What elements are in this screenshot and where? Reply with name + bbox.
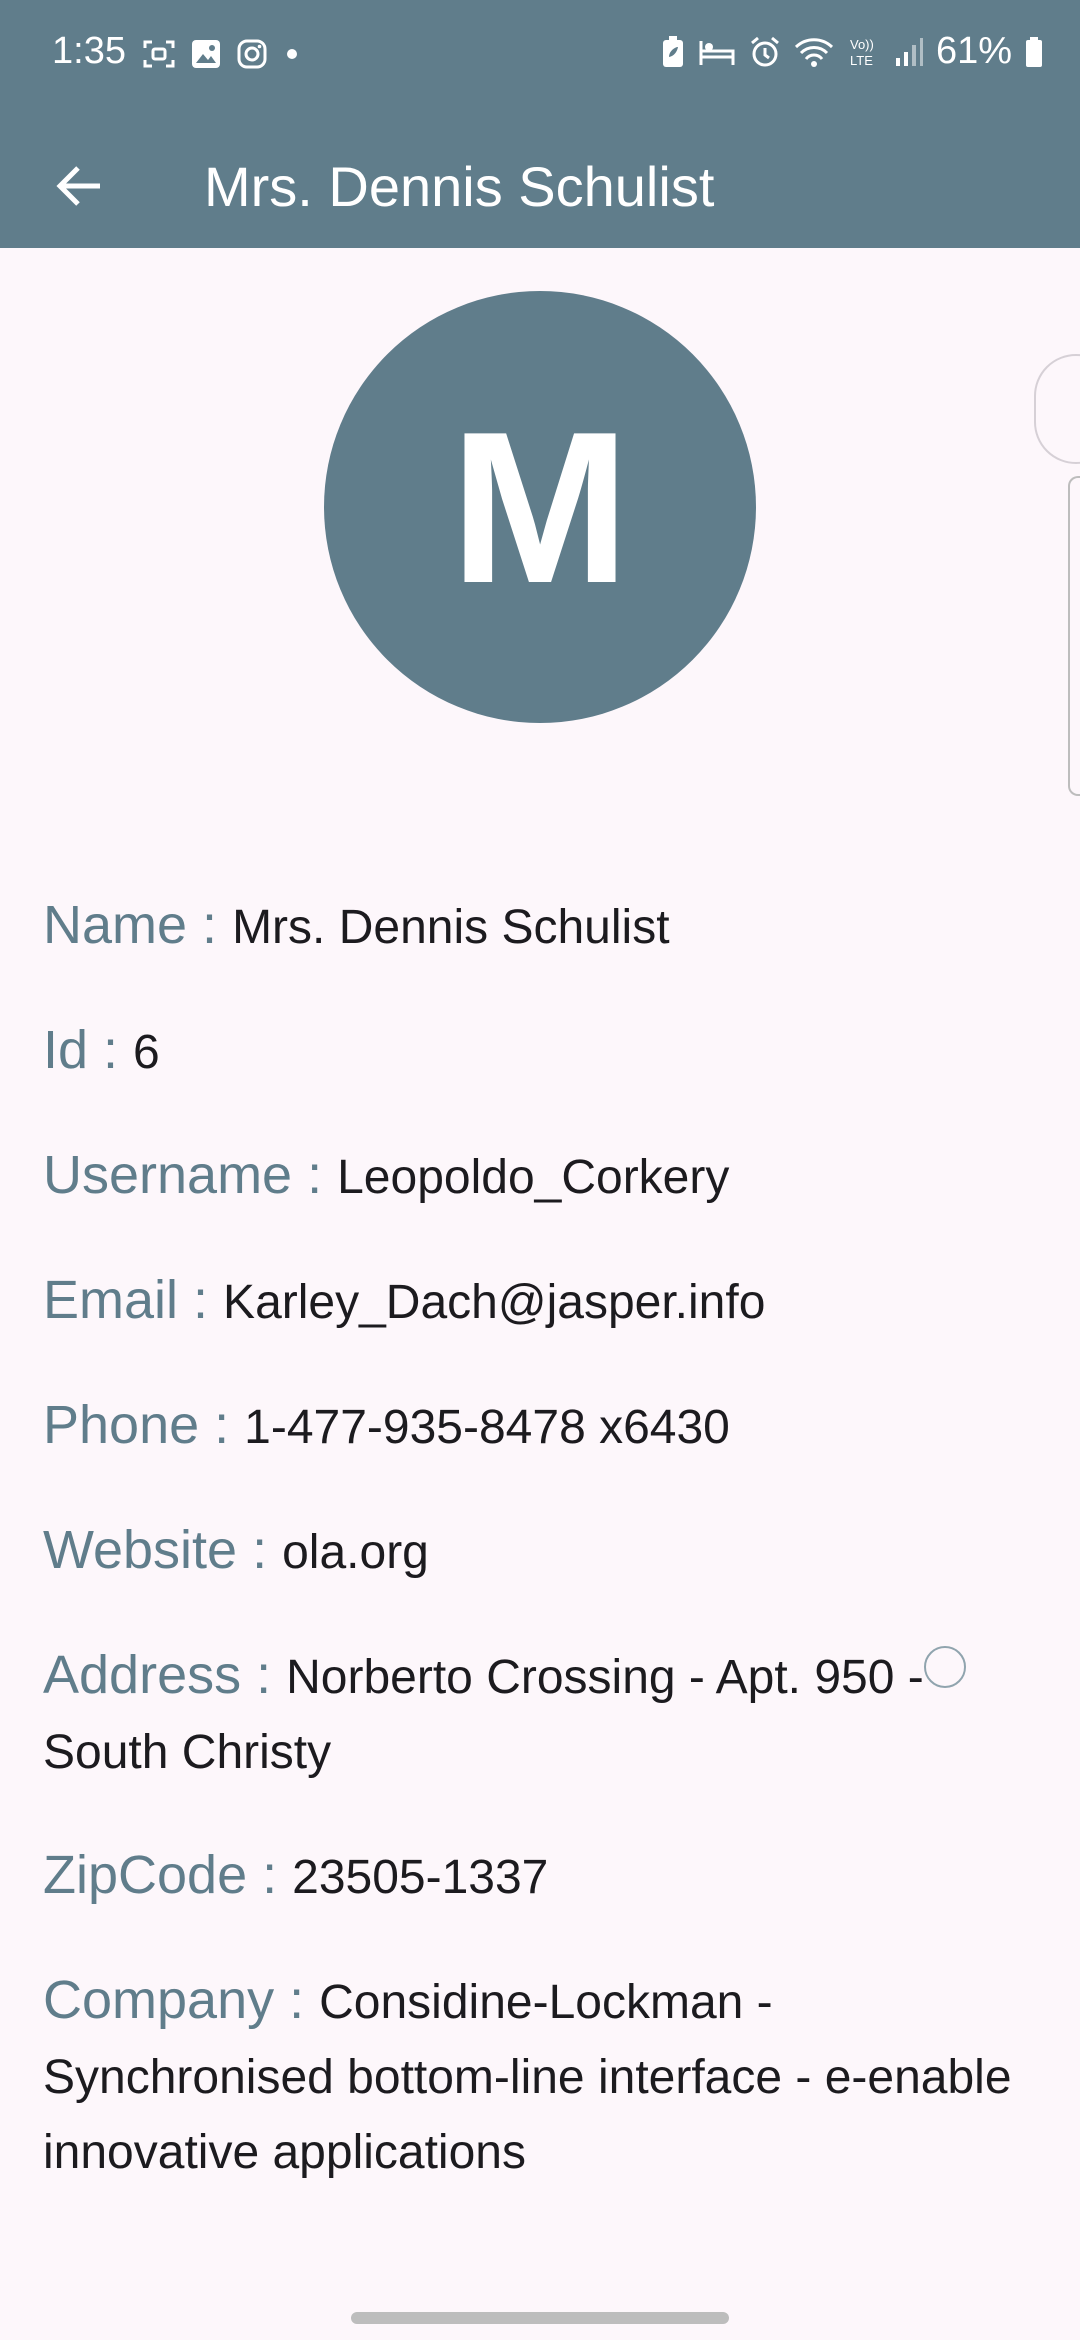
detail-row-company: Company : Considine-Lockman - Synchronis… (43, 1963, 1043, 2190)
system-icons: Vo)) LTE 61% (660, 30, 1044, 73)
detail-row-zipcode: ZipCode : 23505-1337 (43, 1838, 1043, 1915)
detail-label: Company : (43, 1970, 320, 2030)
notification-icons (142, 38, 302, 70)
detail-label: ZipCode : (43, 1845, 293, 1905)
gallery-icon (192, 40, 220, 68)
battery-saver-icon (662, 35, 683, 67)
back-button[interactable] (36, 144, 120, 228)
avatar-initial: M (450, 385, 630, 628)
user-details: Name : Mrs. Dennis Schulist Id : 6 Usern… (43, 888, 1043, 2238)
edge-handle[interactable] (1034, 354, 1080, 464)
detail-label: Website : (43, 1520, 283, 1580)
detail-row-address: Address : Norberto Crossing - Apt. 950 -… (43, 1638, 1043, 1790)
app-bar: Mrs. Dennis Schulist (0, 114, 1080, 248)
detail-label: Email : (43, 1270, 224, 1330)
detail-value: 1-477-935-8478 x6430 (244, 1401, 730, 1454)
avatar: M (324, 291, 756, 723)
wifi-icon (794, 37, 833, 67)
signal-icon (895, 37, 923, 66)
arrow-back-icon (56, 166, 100, 206)
screenshot-icon (143, 40, 175, 68)
detail-value: ola.org (282, 1526, 429, 1579)
status-time: 1:35 (52, 30, 126, 72)
detail-row-email: Email : Karley_Dach@jasper.info (43, 1263, 1043, 1340)
detail-row-username: Username : Leopoldo_Corkery (43, 1138, 1043, 1215)
battery-percent: 61% (935, 30, 1012, 72)
dot-icon (287, 49, 297, 59)
alarm-icon (750, 36, 779, 66)
detail-value: Karley_Dach@jasper.info (223, 1276, 766, 1329)
svg-text:LTE: LTE (850, 53, 873, 68)
touch-indicator (924, 1646, 966, 1688)
instagram-icon (237, 39, 267, 69)
battery-icon (1026, 36, 1042, 67)
detail-label: Username : (43, 1145, 338, 1205)
detail-label: Name : (43, 895, 233, 955)
detail-row-name: Name : Mrs. Dennis Schulist (43, 888, 1043, 965)
page-title: Mrs. Dennis Schulist (204, 155, 715, 218)
detail-label: Id : (43, 1020, 134, 1080)
detail-row-id: Id : 6 (43, 1013, 1043, 1090)
detail-label: Address : (43, 1645, 287, 1705)
volte-icon: Vo)) LTE (850, 37, 874, 68)
detail-label: Phone : (43, 1395, 245, 1455)
gesture-navigation-bar[interactable] (351, 2312, 729, 2324)
detail-value: 6 (133, 1026, 160, 1079)
bed-icon (699, 40, 735, 65)
edge-panel-tab[interactable] (1068, 476, 1080, 796)
detail-value: Mrs. Dennis Schulist (232, 901, 670, 954)
detail-value: 23505-1337 (292, 1851, 549, 1904)
svg-text:Vo)): Vo)) (850, 37, 874, 52)
detail-row-phone: Phone : 1-477-935-8478 x6430 (43, 1388, 1043, 1465)
detail-value: Leopoldo_Corkery (337, 1151, 730, 1204)
detail-row-website: Website : ola.org (43, 1513, 1043, 1590)
status-bar: 1:35 Vo)) LTE 61% (0, 0, 1080, 114)
